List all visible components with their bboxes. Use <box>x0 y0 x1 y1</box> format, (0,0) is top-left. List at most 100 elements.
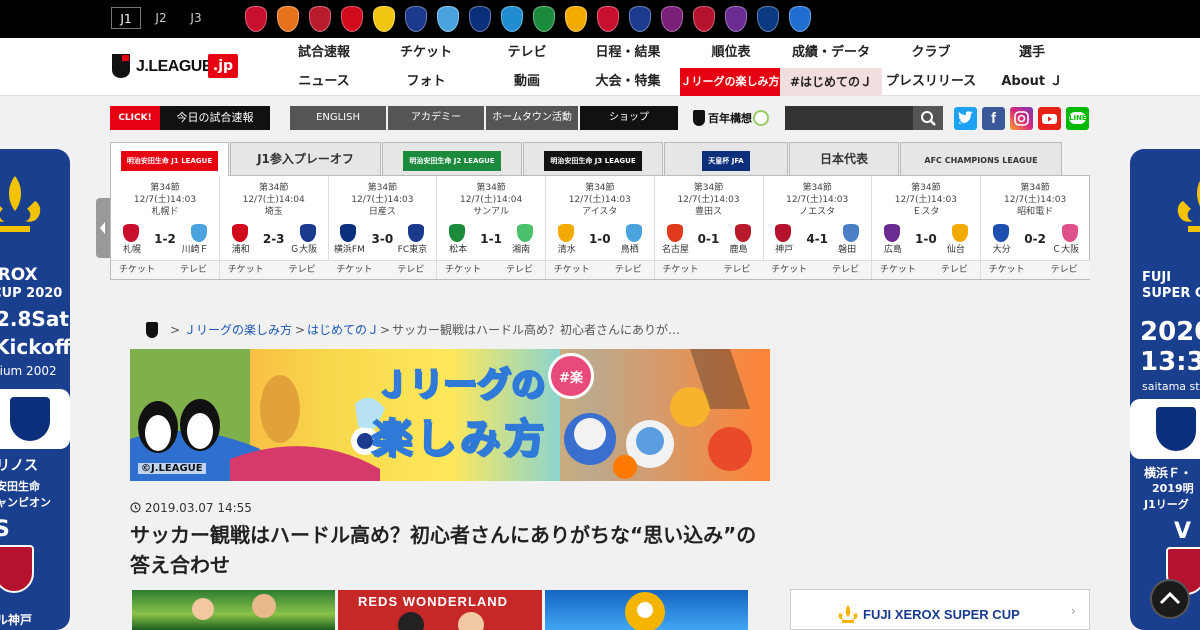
league-tab[interactable]: 天皇杯 JFA <box>664 142 788 175</box>
facebook-icon[interactable]: f <box>982 107 1005 130</box>
nav-item[interactable]: フォト <box>375 68 477 96</box>
tv-link[interactable]: テレビ <box>615 261 642 279</box>
club-crest-icon[interactable] <box>469 6 491 32</box>
nav-item-enjoy[interactable]: Ｊリーグの楽しみ方 <box>680 68 780 96</box>
today-matches-button[interactable]: 今日の試合速報 <box>160 106 270 130</box>
club-crest-icon[interactable] <box>693 6 715 32</box>
club-crest-icon[interactable] <box>501 6 523 32</box>
match-card[interactable]: 第34節 12/7(土)14:03 札幌ド 1-2 札幌 川崎Ｆ チケット テレビ <box>111 176 220 279</box>
back-to-top-button[interactable] <box>1150 579 1190 619</box>
club-crest-icon[interactable] <box>789 6 811 32</box>
match-card[interactable]: 第34節 12/7(土)14:03 ノエスタ 4-1 神戸 磐田 チケット テレビ <box>763 176 873 279</box>
ticket-link[interactable]: チケット <box>336 261 372 279</box>
nav-item[interactable]: ニュース <box>273 68 375 96</box>
league-tab[interactable]: 日本代表 <box>789 142 899 175</box>
club-crest-icon[interactable] <box>309 6 331 32</box>
match-card[interactable]: 第34節 12/7(土)14:03 豊田ス 0-1 名古屋 鹿島 チケット テレビ <box>654 176 764 279</box>
league-tab[interactable]: J1参入プレーオフ <box>230 142 381 175</box>
nav-item[interactable]: 大会・特集 <box>577 68 679 96</box>
club-crest-icon[interactable] <box>661 6 683 32</box>
club-crest-icon[interactable] <box>341 6 363 32</box>
league-tab[interactable]: 明治安田生命 J2 LEAGUE <box>382 142 522 175</box>
banner-credit: ©J.LEAGUE <box>138 463 206 474</box>
match-links: チケット テレビ <box>328 260 437 279</box>
club-crest-icon[interactable] <box>437 6 459 32</box>
left-side-ad[interactable]: EROX CUP 2020 2.8Sat Kickoff dium 2002 リ… <box>0 149 70 630</box>
club-crest-icon[interactable] <box>757 6 779 32</box>
division-tab-j2[interactable]: J2 <box>146 7 176 29</box>
nav-item[interactable]: 順位表 <box>680 39 782 67</box>
club-crest-icon[interactable] <box>725 6 747 32</box>
club-crest-icon[interactable] <box>629 6 651 32</box>
away-team: FC東京 <box>397 245 428 255</box>
breadcrumb-link-enjoy[interactable]: Ｊリーグの楽しみ方 <box>184 320 292 340</box>
ticket-link[interactable]: チケット <box>554 261 590 279</box>
tv-link[interactable]: テレビ <box>941 261 968 279</box>
club-crest-icon[interactable] <box>533 6 555 32</box>
nav-item[interactable]: 選手 <box>981 39 1083 67</box>
ticket-link[interactable]: チケット <box>880 261 916 279</box>
scroll-left-button[interactable] <box>96 198 110 258</box>
match-card[interactable]: 第34節 12/7(土)14:04 埼玉 2-3 浦和 Ｇ大阪 チケット テレビ <box>219 176 329 279</box>
banner-title-line1: Ｊリーグの <box>374 364 546 406</box>
tv-link[interactable]: テレビ <box>180 261 207 279</box>
club-crest-icon[interactable] <box>405 6 427 32</box>
hyakunen-link[interactable]: 百年構想 <box>693 107 771 129</box>
right-side-ad[interactable]: FUJI SUPER C 2020 13:35 saitama st 横浜Ｆ・ … <box>1130 149 1200 630</box>
click-badge[interactable]: CLICK! <box>110 106 160 130</box>
nav-item[interactable]: 試合速報 <box>273 39 375 67</box>
club-crest-icon[interactable] <box>277 6 299 32</box>
tv-link[interactable]: テレビ <box>723 261 750 279</box>
twitter-icon[interactable] <box>954 107 977 130</box>
match-card[interactable]: 第34節 12/7(土)14:03 アイスタ 1-0 清水 鳥栖 チケット テレビ <box>545 176 655 279</box>
hometown-link[interactable]: ホームタウン活動 <box>486 106 578 130</box>
club-crest-icon[interactable] <box>565 6 587 32</box>
league-tab[interactable]: 明治安田生命 J3 LEAGUE <box>523 142 663 175</box>
tv-link[interactable]: テレビ <box>832 261 859 279</box>
nav-item[interactable]: テレビ <box>476 39 578 67</box>
site-logo[interactable]: J.LEAGUE .jp <box>110 52 240 82</box>
line-icon[interactable]: LINE <box>1066 107 1089 130</box>
search-button[interactable] <box>913 106 943 130</box>
academy-link[interactable]: アカデミー <box>388 106 484 130</box>
english-link[interactable]: ENGLISH <box>290 106 386 130</box>
nav-item[interactable]: About Ｊ <box>981 68 1083 96</box>
division-tab-j1[interactable]: J1 <box>111 7 141 29</box>
ticket-link[interactable]: チケット <box>663 261 699 279</box>
ticket-link[interactable]: チケット <box>989 261 1025 279</box>
youtube-icon[interactable] <box>1038 107 1061 130</box>
match-card[interactable]: 第34節 12/7(土)14:03 Ｅスタ 1-0 広島 仙台 チケット テレビ <box>871 176 981 279</box>
ticket-link[interactable]: チケット <box>771 261 807 279</box>
search-input[interactable] <box>785 106 913 130</box>
tv-link[interactable]: テレビ <box>1051 261 1078 279</box>
super-cup-promo[interactable]: FUJI XEROX SUPER CUP › <box>790 589 1090 630</box>
shop-link[interactable]: ショップ <box>580 106 678 130</box>
nav-item[interactable]: チケット <box>375 39 477 67</box>
league-tab[interactable]: AFC CHAMPIONS LEAGUE <box>900 142 1062 175</box>
match-card[interactable]: 第34節 12/7(土)14:04 サンアル 1-1 松本 湘南 チケット テレビ <box>437 176 547 279</box>
division-tab-j3[interactable]: J3 <box>181 7 211 29</box>
tv-link[interactable]: テレビ <box>289 261 316 279</box>
ticket-link[interactable]: チケット <box>228 261 264 279</box>
ticket-link[interactable]: チケット <box>445 261 481 279</box>
nav-item[interactable]: 動画 <box>476 68 578 96</box>
ticket-link[interactable]: チケット <box>119 261 155 279</box>
nav-item[interactable]: 日程・結果 <box>577 39 679 67</box>
tv-link[interactable]: テレビ <box>397 261 424 279</box>
match-date: 12/7(土)14:03 <box>351 195 414 205</box>
instagram-icon[interactable] <box>1010 107 1033 130</box>
tv-link[interactable]: テレビ <box>506 261 533 279</box>
club-crest-icon[interactable] <box>245 6 267 32</box>
nav-item[interactable]: クラブ <box>880 39 982 67</box>
nav-item-first-j[interactable]: #はじめてのＪ <box>780 68 882 96</box>
match-links: チケット テレビ <box>545 260 654 279</box>
league-tab[interactable]: 明治安田生命 J1 LEAGUE <box>110 142 229 176</box>
match-card[interactable]: 第34節 12/7(土)14:03 昭和電ド 0-2 大分 Ｃ大阪 チケット テレビ <box>980 176 1090 279</box>
match-card[interactable]: 第34節 12/7(土)14:03 日産ス 3-0 横浜FM FC東京 チケット テレビ <box>328 176 438 279</box>
club-crest-icon[interactable] <box>373 6 395 32</box>
nav-item[interactable]: プレスリリース <box>880 68 982 96</box>
home-emblem-icon[interactable] <box>146 322 158 338</box>
nav-item[interactable]: 成績・データ <box>780 39 882 67</box>
club-crest-icon[interactable] <box>597 6 619 32</box>
breadcrumb-link-first[interactable]: はじめてのＪ <box>307 320 379 340</box>
